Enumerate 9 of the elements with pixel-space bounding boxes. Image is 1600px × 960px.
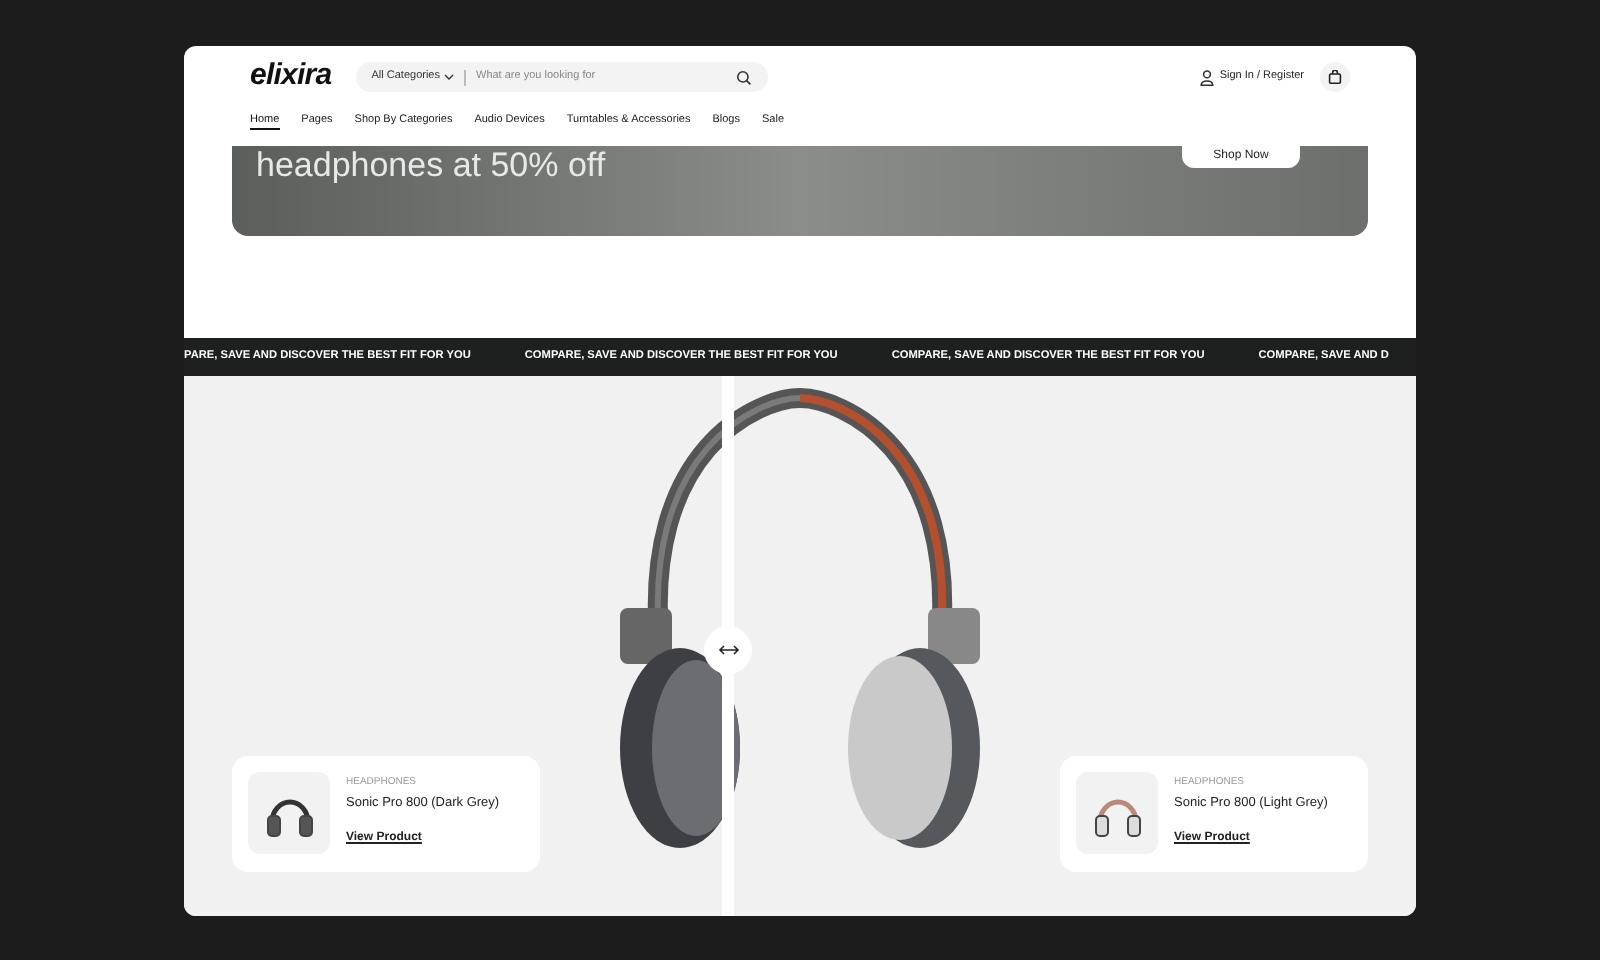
chevron-down-icon	[444, 74, 454, 80]
compare-slider-handle[interactable]	[704, 625, 752, 673]
banner-headline: headphones at 50% off	[256, 147, 606, 181]
cart-button[interactable]	[1320, 62, 1350, 92]
double-arrow-icon	[717, 643, 739, 655]
user-icon	[1199, 69, 1214, 85]
bag-icon	[1328, 70, 1342, 84]
search-icon[interactable]	[735, 69, 752, 85]
logo[interactable]: elixira	[250, 54, 332, 100]
